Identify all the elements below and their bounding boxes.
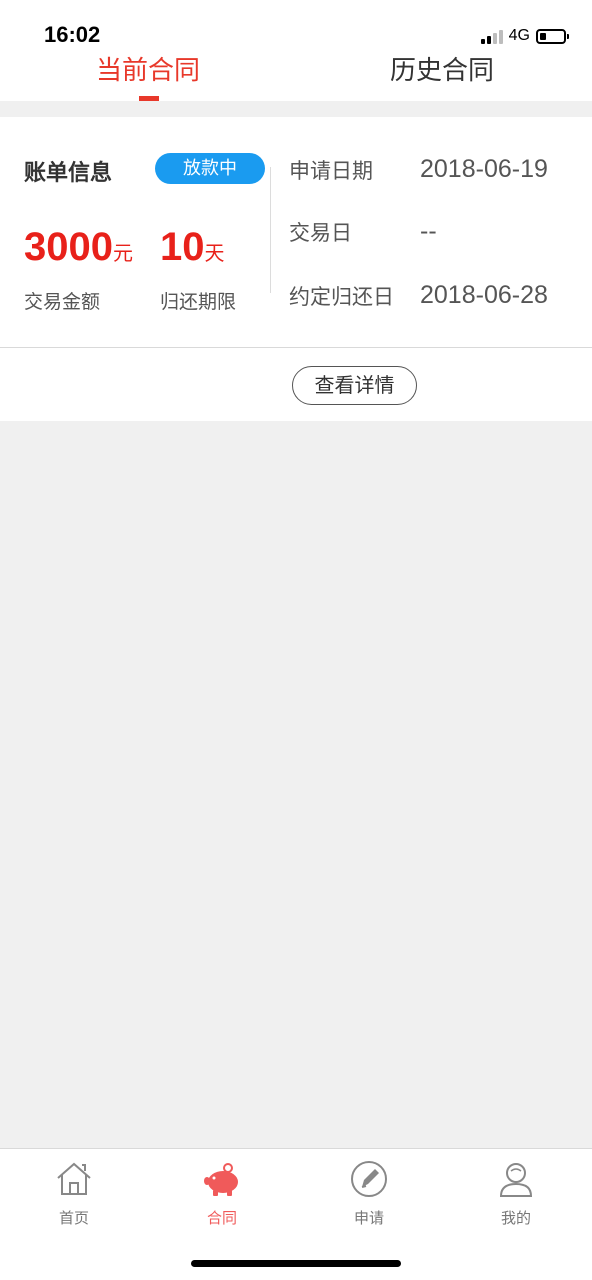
term-unit: 天: [204, 243, 225, 265]
nav-label-apply: 申请: [353, 1209, 384, 1227]
amount-display: 3000元: [24, 225, 133, 270]
nav-item-contract[interactable]: 合同: [172, 1159, 272, 1239]
bill-title: 账单信息: [24, 161, 113, 186]
term-label: 归还期限: [160, 291, 237, 313]
due-date-value: 2018-06-28: [420, 281, 548, 309]
contract-page: 16:02 4G 当前合同 历史合同 账单信息 放款中 3000元 10天 交易…: [0, 0, 592, 1280]
nav-label-contract: 合同: [206, 1209, 237, 1227]
status-indicators: 4G: [480, 26, 569, 46]
trade-date-value: --: [420, 217, 437, 245]
amount-value: 3000: [24, 225, 113, 269]
home-icon: [57, 1162, 91, 1195]
vertical-divider: [270, 167, 271, 293]
nav-label-home: 首页: [58, 1209, 89, 1227]
nav-item-home[interactable]: 首页: [24, 1159, 124, 1239]
term-display: 10天: [160, 225, 225, 270]
user-icon: [499, 1163, 533, 1197]
nav-item-apply[interactable]: 申请: [319, 1159, 419, 1239]
apply-date-value: 2018-06-19: [420, 155, 548, 183]
status-badge: 放款中: [155, 153, 265, 184]
home-indicator[interactable]: [191, 1260, 401, 1267]
active-tab-indicator: [139, 96, 159, 101]
signal-icon: [480, 28, 503, 44]
card-actions: 查看详情: [0, 347, 592, 421]
nav-item-mine[interactable]: 我的: [466, 1159, 566, 1239]
due-date-label: 约定归还日: [289, 285, 394, 309]
amount-unit: 元: [112, 243, 133, 265]
view-details-button[interactable]: 查看详情: [292, 366, 417, 405]
piggy-bank-icon: [204, 1163, 238, 1196]
header: 16:02 4G 当前合同 历史合同: [0, 0, 592, 101]
tab-current-contract[interactable]: 当前合同: [48, 50, 248, 87]
status-time: 16:02: [44, 22, 101, 47]
nav-label-mine: 我的: [500, 1209, 531, 1227]
pencil-icon: [351, 1161, 387, 1197]
term-value: 10: [160, 225, 205, 269]
battery-icon: [536, 28, 569, 44]
apply-date-label: 申请日期: [289, 159, 373, 183]
amount-label: 交易金额: [24, 291, 101, 313]
network-type: 4G: [508, 27, 530, 44]
bill-card: 账单信息 放款中 3000元 10天 交易金额 归还期限 申请日期 2018-0…: [0, 117, 592, 347]
tab-history-contract[interactable]: 历史合同: [342, 50, 542, 87]
trade-date-label: 交易日: [289, 221, 352, 245]
